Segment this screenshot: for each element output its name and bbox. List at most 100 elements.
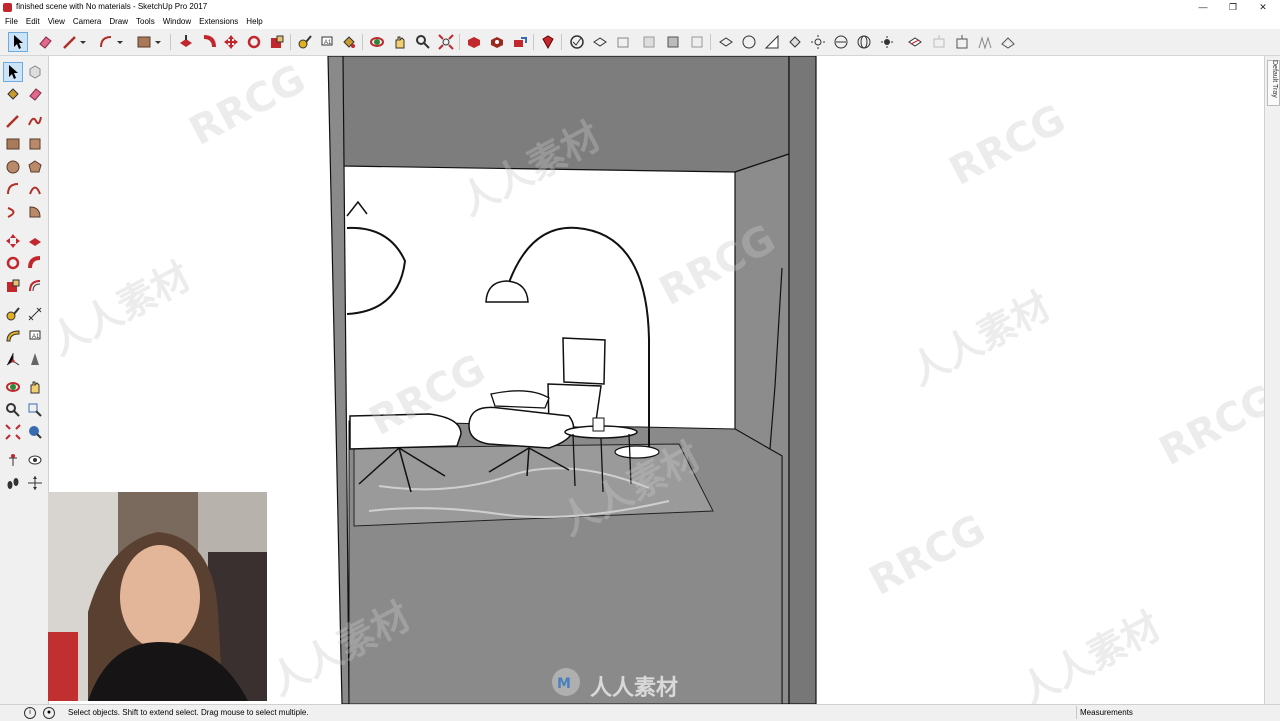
rectangle-dropdown-arrow-icon[interactable]: [153, 33, 163, 51]
terrain-button[interactable]: [999, 33, 1017, 51]
push-pull-tool-button[interactable]: [177, 33, 195, 51]
minimize-button[interactable]: —: [1186, 0, 1220, 15]
xray-style-button[interactable]: [717, 33, 735, 51]
view-front-button[interactable]: [614, 33, 632, 51]
pan-tool-button[interactable]: [391, 33, 409, 51]
menu-edit[interactable]: Edit: [22, 15, 44, 29]
offset-tool-button[interactable]: [26, 277, 44, 295]
zoom-window-tool-button[interactable]: [26, 401, 44, 419]
close-button[interactable]: ✕: [1246, 0, 1280, 15]
view-left-button[interactable]: [688, 33, 706, 51]
dimension-tool-button[interactable]: [26, 305, 44, 323]
default-tray[interactable]: Default Tray: [1264, 56, 1280, 704]
make-component-button[interactable]: [26, 63, 44, 81]
menu-file[interactable]: File: [0, 15, 22, 29]
hidden-line-style-button[interactable]: [763, 33, 781, 51]
user-icon[interactable]: ●: [43, 707, 55, 719]
protractor-tool-button[interactable]: [4, 327, 22, 345]
sun-shadow-button[interactable]: [878, 33, 896, 51]
rotated-rectangle-tool-button[interactable]: [26, 135, 44, 153]
axes-tool-button[interactable]: [4, 350, 22, 368]
arc-dropdown-arrow-icon[interactable]: [115, 33, 125, 51]
look-around-tool-button[interactable]: [26, 451, 44, 469]
view-right-button[interactable]: [640, 33, 658, 51]
shaded-style-button[interactable]: [786, 33, 804, 51]
position-camera-tool-button[interactable]: [4, 451, 22, 469]
rectangle-tool-button[interactable]: [135, 33, 153, 51]
menu-draw[interactable]: Draw: [105, 15, 132, 29]
sphere-button[interactable]: [855, 33, 873, 51]
eraser-tool-button[interactable]: [26, 85, 44, 103]
zoom-tool-button[interactable]: [4, 401, 22, 419]
view-top-button[interactable]: [591, 33, 609, 51]
menu-camera[interactable]: Camera: [69, 15, 105, 29]
zoom-tool-button[interactable]: [414, 33, 432, 51]
section-plane-button[interactable]: [906, 33, 924, 51]
component-axes-button[interactable]: [953, 33, 971, 51]
menu-window[interactable]: Window: [159, 15, 195, 29]
paint-bucket-tool-button[interactable]: [340, 33, 358, 51]
orbit-tool-button[interactable]: [4, 378, 22, 396]
arc-tool-button[interactable]: [4, 180, 22, 198]
eraser-tool-button[interactable]: [36, 33, 54, 51]
scale-tool-button[interactable]: [268, 33, 286, 51]
pie-tool-button[interactable]: [26, 203, 44, 221]
svg-text:M: M: [557, 676, 571, 692]
pan-tool-button[interactable]: [26, 378, 44, 396]
sandbox-button[interactable]: [976, 33, 994, 51]
line-tool-button[interactable]: [4, 112, 22, 130]
previous-view-button[interactable]: [26, 423, 44, 441]
status-text: Select objects. Shift to extend select. …: [68, 708, 309, 717]
zoom-extents-tool-button[interactable]: [437, 33, 455, 51]
menu-help[interactable]: Help: [242, 15, 266, 29]
menu-view[interactable]: View: [44, 15, 69, 29]
select-tool-button[interactable]: [8, 32, 28, 52]
wireframe-style-button[interactable]: [740, 33, 758, 51]
rotate-tool-button[interactable]: [4, 254, 22, 272]
polygon-tool-button[interactable]: [26, 158, 44, 176]
circle-tool-button[interactable]: [4, 158, 22, 176]
scale-tool-button[interactable]: [4, 277, 22, 295]
fog-button[interactable]: [832, 33, 850, 51]
move-tool-button[interactable]: [222, 33, 240, 51]
text-tool-button[interactable]: A1: [26, 327, 44, 345]
shadows-button[interactable]: [809, 33, 827, 51]
menu-tools[interactable]: Tools: [132, 15, 159, 29]
ruby-console-button[interactable]: [539, 33, 557, 51]
move-tool-button[interactable]: [4, 232, 22, 250]
tape-measure-tool-button[interactable]: [296, 33, 314, 51]
text-tool-button[interactable]: A1: [318, 33, 336, 51]
view-back-button[interactable]: [664, 33, 682, 51]
freehand-tool-button[interactable]: [26, 112, 44, 130]
menu-extensions[interactable]: Extensions: [195, 15, 242, 29]
paint-bucket-tool-button[interactable]: [4, 85, 22, 103]
info-icon[interactable]: i: [24, 707, 36, 719]
toolbar-separator: [290, 34, 291, 50]
watermark-text: RRCG: [182, 56, 313, 155]
restore-button[interactable]: ❐: [1216, 0, 1250, 15]
line-tool-button[interactable]: [61, 33, 79, 51]
rectangle-tool-button[interactable]: [4, 135, 22, 153]
left-toolbar: A1: [0, 56, 49, 704]
walk-tool-button[interactable]: [4, 474, 22, 492]
select-tool-button[interactable]: [3, 62, 23, 82]
rotate-tool-button[interactable]: [245, 33, 263, 51]
follow-me-tool-button[interactable]: [200, 33, 218, 51]
zoom-extents-tool-button[interactable]: [4, 423, 22, 441]
3d-warehouse-button[interactable]: [465, 33, 483, 51]
tape-measure-tool-button[interactable]: [4, 305, 22, 323]
follow-me-tool-button[interactable]: [26, 254, 44, 272]
two-point-arc-tool-button[interactable]: [26, 180, 44, 198]
three-point-arc-tool-button[interactable]: [4, 203, 22, 221]
3d-text-tool-button[interactable]: [26, 350, 44, 368]
arc-tool-button[interactable]: [97, 33, 115, 51]
orbit-tool-button[interactable]: [368, 33, 386, 51]
status-bar: i ● Select objects. Shift to extend sele…: [0, 704, 1280, 721]
view-iso-button[interactable]: [568, 33, 586, 51]
section-plane-tool-button[interactable]: [26, 474, 44, 492]
push-pull-tool-button[interactable]: [26, 232, 44, 250]
share-model-button[interactable]: [511, 33, 529, 51]
line-dropdown-arrow-icon[interactable]: [78, 33, 88, 51]
extension-warehouse-button[interactable]: [488, 33, 506, 51]
section-cut-button[interactable]: [930, 33, 948, 51]
